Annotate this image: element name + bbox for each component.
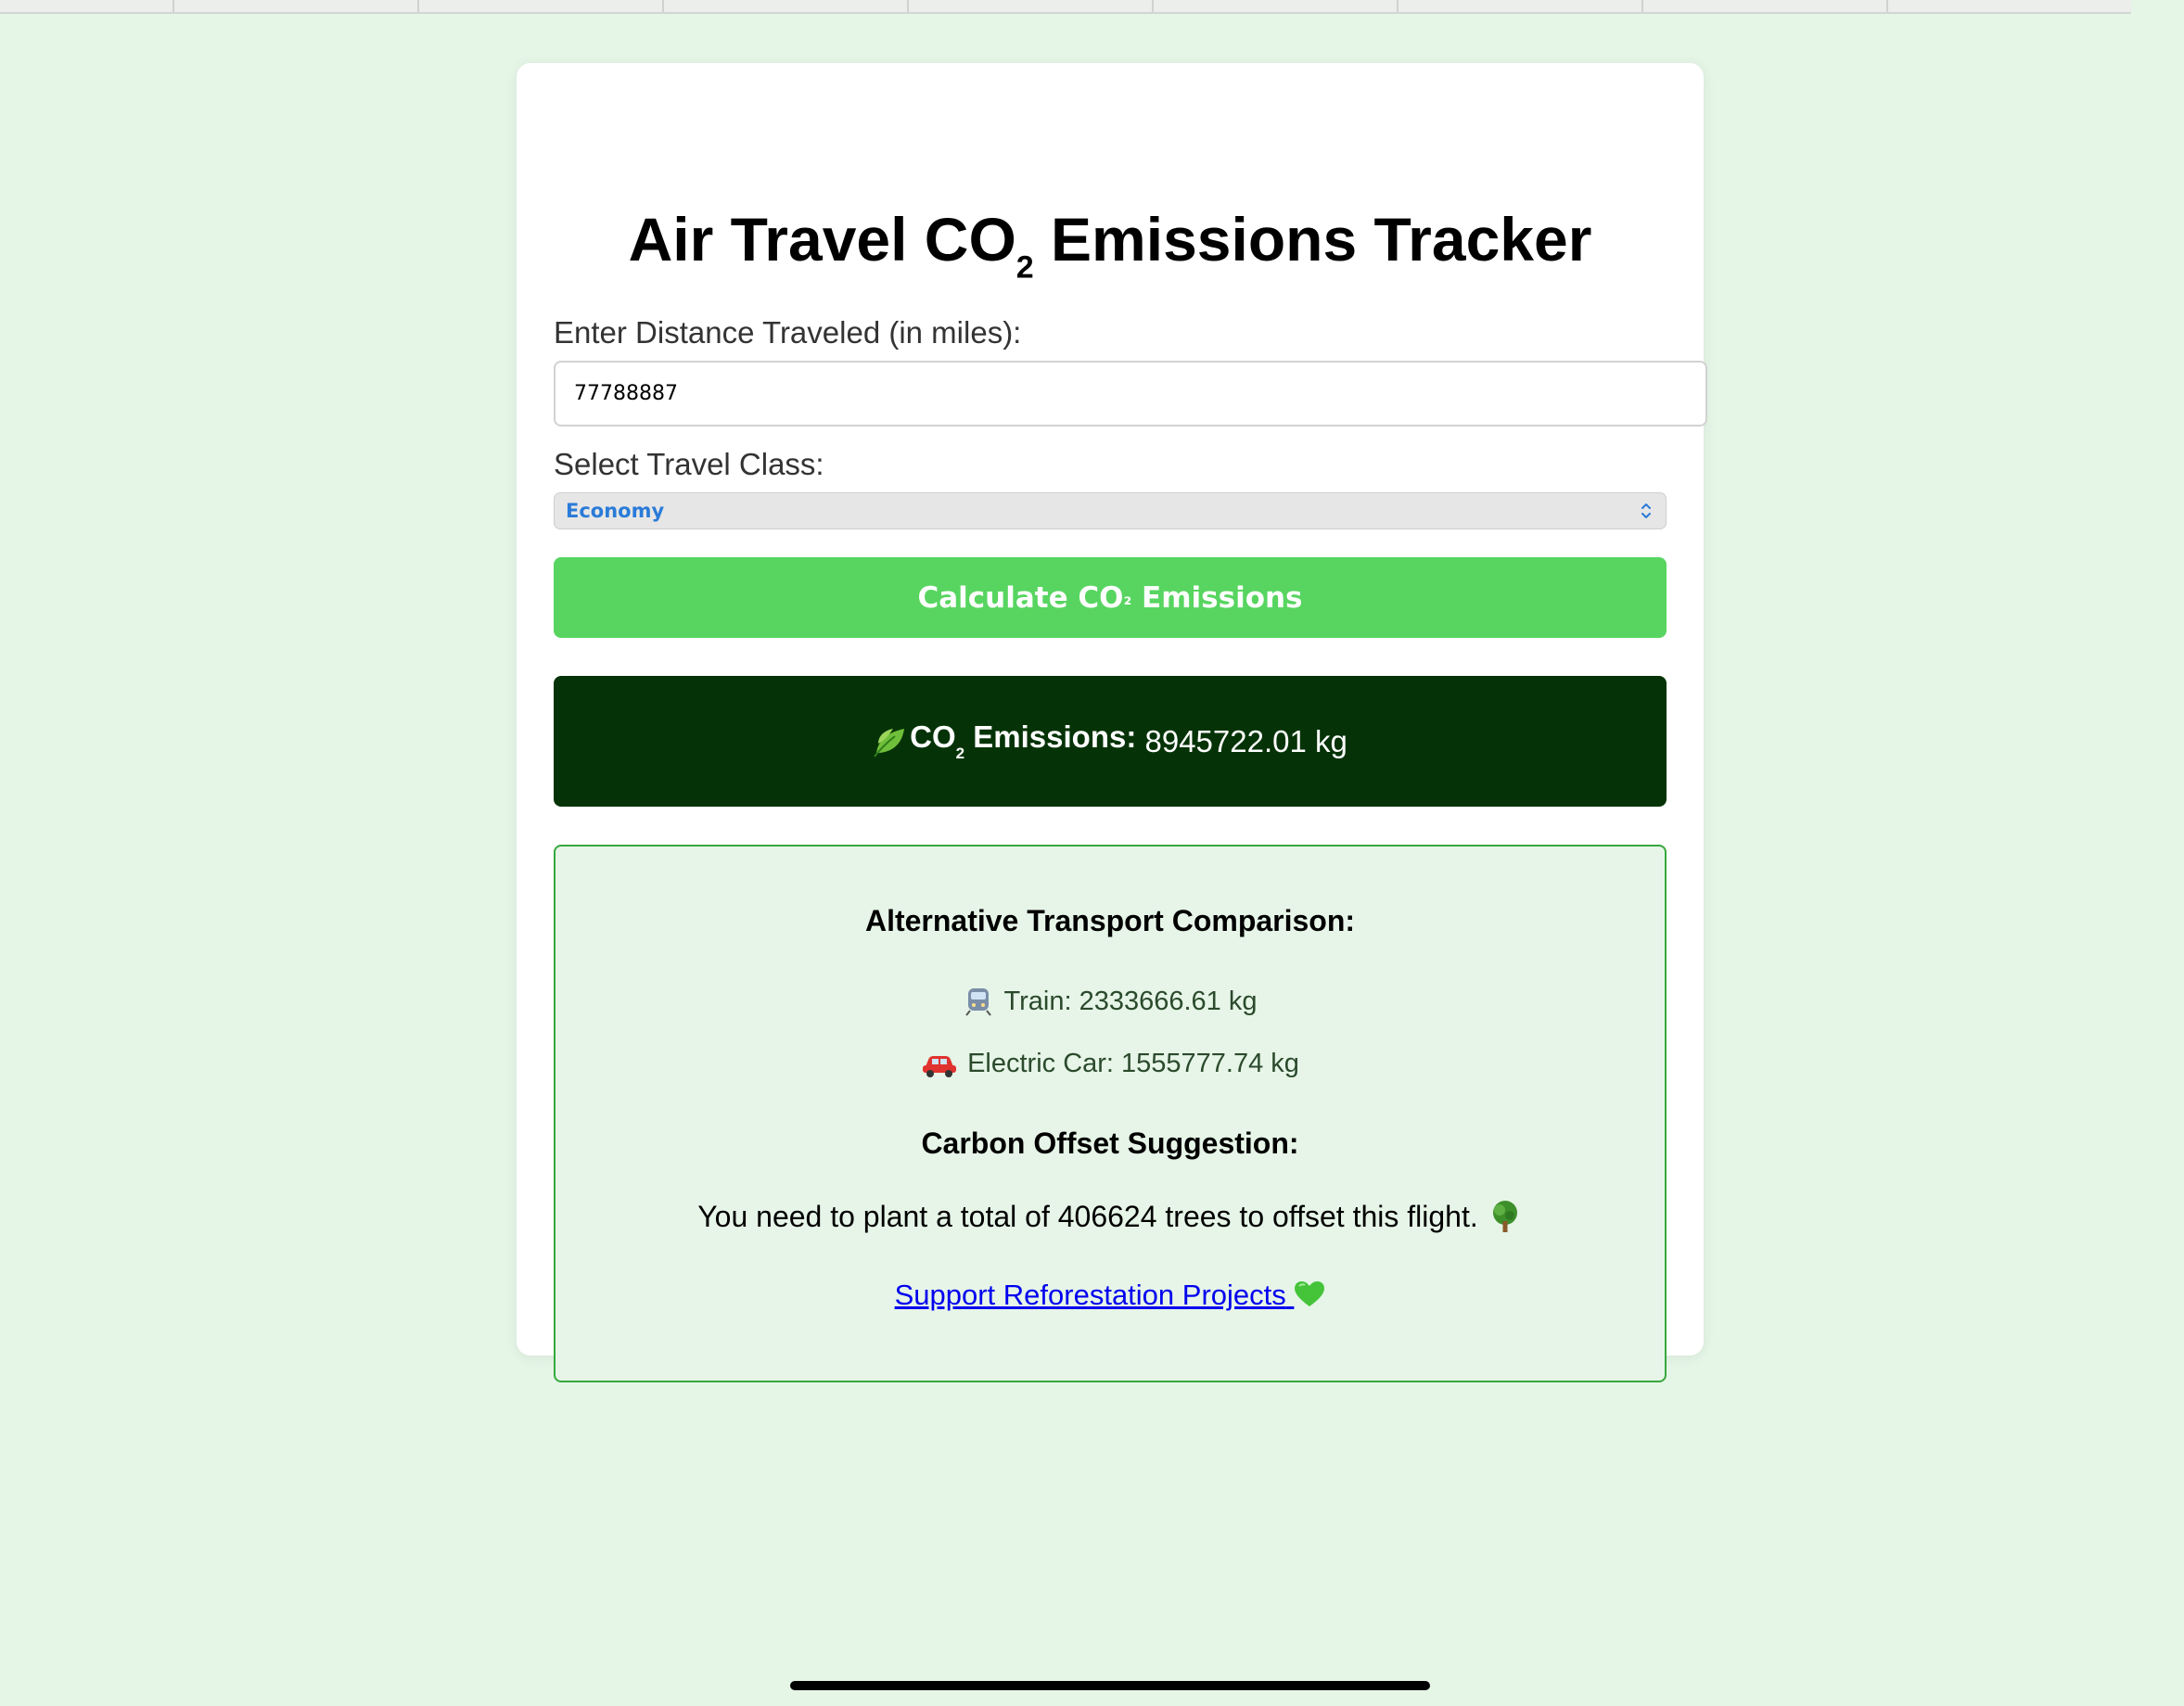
car-comparison: Electric Car: 1555777.74 kg [556,1049,1665,1079]
tab-segment[interactable] [419,0,664,12]
home-indicator-bar [790,1681,1430,1690]
select-chevron-icon [1641,503,1651,518]
green-heart-icon [1295,1281,1325,1306]
tab-segment[interactable] [909,0,1154,12]
car-icon [923,1055,957,1077]
travel-class-selected-value: Economy [566,500,665,522]
page-title: Air Travel CO2 Emissions Tracker [628,205,1592,286]
offset-heading: Carbon Offset Suggestion: [921,1127,1299,1160]
reforestation-link-row[interactable]: Support Reforestation Projects [556,1279,1665,1312]
tab-segment[interactable] [1643,0,1888,12]
tab-segment[interactable] [664,0,909,12]
train-icon [965,988,992,1016]
reforestation-link[interactable]: Support Reforestation Projects [895,1279,1326,1312]
tab-segment[interactable] [1888,0,2131,12]
emissions-value: 8945722.01 kg [1136,723,1347,758]
emissions-result-panel: CO2 Emissions: 8945722.01 kg [554,676,1667,807]
travel-class-select[interactable]: Economy [554,492,1667,529]
tracker-card: Air Travel CO2 Emissions Tracker Enter D… [517,63,1707,1382]
offset-text: You need to plant a total of 406624 tree… [556,1199,1665,1234]
tab-segment[interactable] [174,0,419,12]
calculate-emissions-button[interactable]: Calculate CO ₂ Emissions [554,557,1667,638]
emissions-label: CO2 Emissions: [910,719,1137,762]
distance-label: Enter Distance Traveled (in miles): [554,315,1022,350]
comparison-heading: Alternative Transport Comparison: [864,904,1356,937]
travel-class-label: Select Travel Class: [554,447,824,481]
train-comparison: Train: 2333666.61 kg [556,986,1665,1017]
tree-icon [1492,1201,1517,1232]
comparison-panel: Alternative Transport Comparison: Train:… [554,845,1667,1382]
tab-segment[interactable] [1154,0,1399,12]
tab-segment[interactable] [1399,0,1643,12]
leaf-icon [874,728,905,758]
distance-input[interactable] [554,361,1707,426]
tab-segment[interactable] [0,0,174,12]
browser-tab-strip [0,0,2131,14]
